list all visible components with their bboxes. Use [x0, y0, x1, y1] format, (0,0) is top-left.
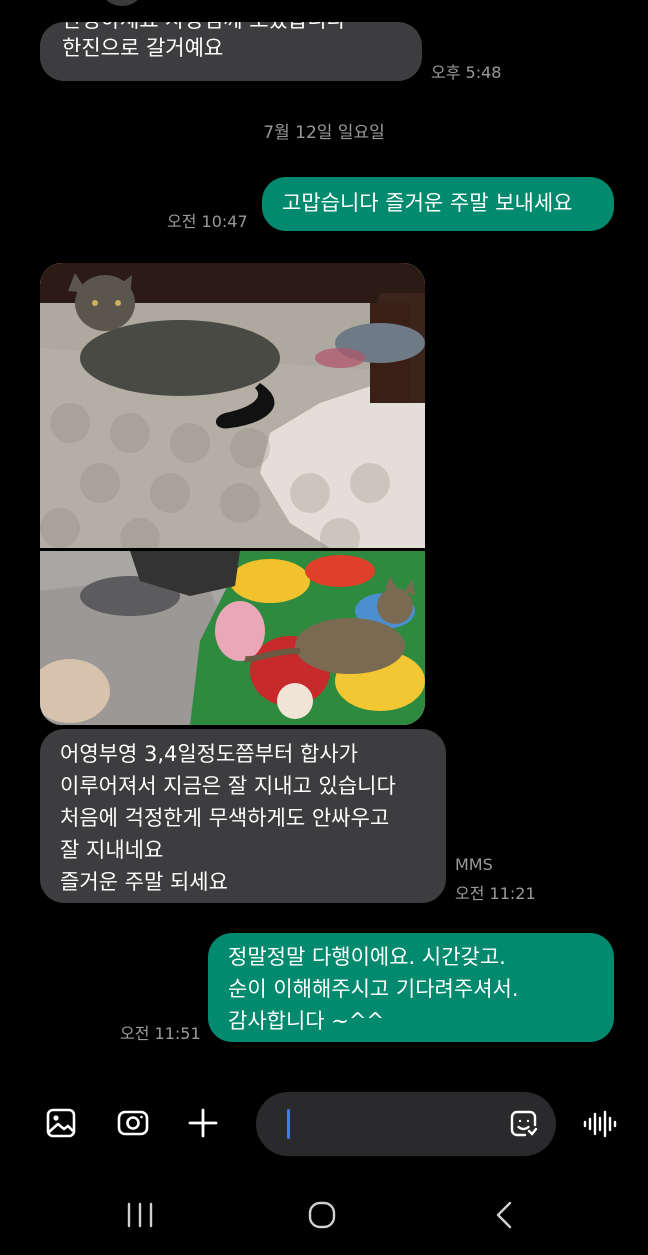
- contact-avatar[interactable]: [102, 0, 142, 6]
- mms-photo-attachment[interactable]: [40, 263, 425, 725]
- message-input[interactable]: [256, 1092, 556, 1156]
- message-bubble-outgoing[interactable]: 정말정말 다행이에요. 시간갖고. 순이 이해해주시고 기다려주셔서. 감사합니…: [208, 933, 614, 1042]
- message-time: 오후 5:48: [431, 63, 502, 82]
- message-line: 이루어져서 지금은 잘 지내고 있습니다: [60, 774, 396, 798]
- back-icon[interactable]: [482, 1195, 526, 1235]
- message-line: 잘 지내네요: [60, 838, 164, 862]
- gallery-icon[interactable]: [42, 1104, 80, 1142]
- text-caret: [287, 1109, 290, 1139]
- cat-photo-under-table[interactable]: [40, 263, 425, 548]
- recents-icon[interactable]: [118, 1197, 162, 1233]
- message-line: 처음에 걱정한게 무색하게도 안싸우고: [60, 806, 390, 830]
- message-line: 즐거운 주말 되세요: [60, 870, 228, 894]
- date-separator: 7월 12일 일요일: [263, 123, 385, 143]
- message-line: 고맙습니다 즐거운 주말 보내세요: [282, 191, 573, 215]
- camera-icon[interactable]: [113, 1104, 153, 1142]
- cats-on-blanket-photo[interactable]: [40, 551, 425, 725]
- message-time: 오전 10:47: [167, 212, 248, 231]
- message-line: 어영부영 3,4일정도쯤부터 합사가: [60, 742, 358, 766]
- message-line: 순이 이해해주시고 기다려주셔서.: [228, 977, 519, 1001]
- message-line: 한진으로 갈거예요: [62, 36, 224, 60]
- message-line: 감사합니다 ~^^: [228, 1009, 385, 1033]
- system-navigation-bar: [0, 1175, 648, 1255]
- message-time: 오전 11:21: [455, 884, 536, 903]
- voice-icon[interactable]: [580, 1106, 620, 1142]
- message-line: 정말정말 다행이에요. 시간갖고.: [228, 945, 506, 969]
- message-bubble-incoming[interactable]: 안녕하세요 사장님께 보았습니다 한진으로 갈거예요: [40, 22, 422, 81]
- home-icon[interactable]: [300, 1195, 344, 1235]
- message-bubble-outgoing[interactable]: 고맙습니다 즐거운 주말 보내세요: [262, 177, 614, 231]
- conversation-screen: 안녕하세요 사장님께 보았습니다 한진으로 갈거예요 오후 5:48 7월 12…: [0, 0, 648, 1255]
- sticker-icon[interactable]: [506, 1106, 542, 1142]
- message-time: 오전 11:51: [120, 1024, 201, 1043]
- message-composer: [0, 1080, 648, 1170]
- message-bubble-incoming[interactable]: 어영부영 3,4일정도쯤부터 합사가 이루어져서 지금은 잘 지내고 있습니다 …: [40, 729, 446, 903]
- plus-icon[interactable]: [184, 1104, 222, 1142]
- message-type-label: MMS: [455, 855, 493, 874]
